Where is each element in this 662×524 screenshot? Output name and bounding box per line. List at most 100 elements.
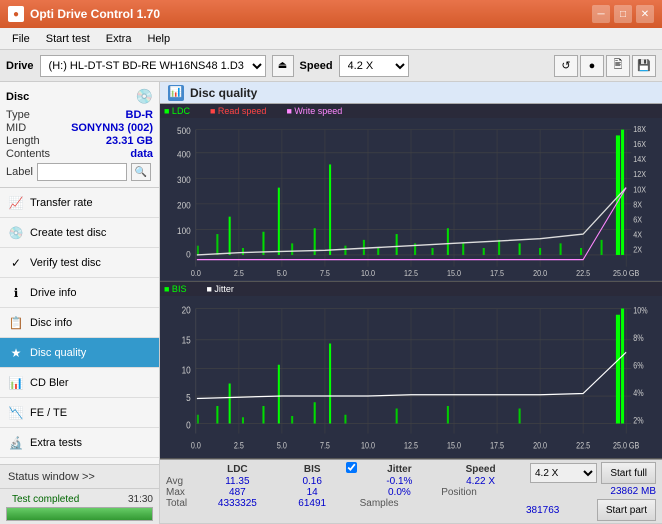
sidebar-item-verify-test-disc[interactable]: ✓ Verify test disc bbox=[0, 248, 159, 278]
menubar: File Start test Extra Help bbox=[0, 28, 662, 50]
svg-text:0.0: 0.0 bbox=[191, 268, 201, 278]
toolbar-btn-2[interactable]: ● bbox=[580, 55, 604, 77]
minimize-button[interactable]: ─ bbox=[592, 5, 610, 23]
drive-info-label: Drive info bbox=[30, 287, 76, 299]
status-window-button[interactable]: Status window >> bbox=[0, 465, 159, 489]
avg-bis: 0.16 bbox=[279, 476, 346, 487]
length-value: 23.31 GB bbox=[106, 135, 153, 147]
disc-label-input[interactable] bbox=[37, 163, 127, 181]
toolbar-btn-save[interactable]: 💾 bbox=[632, 55, 656, 77]
svg-text:16X: 16X bbox=[633, 140, 646, 150]
toolbar-btn-1[interactable]: ↺ bbox=[554, 55, 578, 77]
svg-text:100: 100 bbox=[177, 226, 191, 237]
disc-panel-icon: 💿 bbox=[136, 88, 153, 105]
speed-select[interactable]: 4.2 X8 X16 X bbox=[339, 55, 409, 77]
app-title: Opti Drive Control 1.70 bbox=[30, 7, 592, 21]
svg-text:2X: 2X bbox=[633, 245, 642, 255]
stats-controls: LDC BIS Jitter Speed Avg 11.35 0.16 -0.1 bbox=[160, 459, 662, 524]
mid-label: MID bbox=[6, 122, 26, 134]
disc-label-key: Label bbox=[6, 166, 33, 178]
sidebar-item-cd-bler[interactable]: 📊 CD Bler bbox=[0, 368, 159, 398]
type-label: Type bbox=[6, 109, 30, 121]
eject-button[interactable]: ⏏ bbox=[272, 55, 294, 77]
svg-text:8%: 8% bbox=[633, 333, 643, 343]
start-part-button[interactable]: Start part bbox=[597, 499, 656, 521]
svg-text:7.5: 7.5 bbox=[320, 440, 330, 450]
sidebar-item-create-test-disc[interactable]: 💿 Create test disc bbox=[0, 218, 159, 248]
svg-text:15.0: 15.0 bbox=[447, 440, 461, 450]
menu-extra[interactable]: Extra bbox=[98, 31, 140, 47]
disc-label-button[interactable]: 🔍 bbox=[131, 163, 151, 181]
toolbar-btn-3[interactable]: 🖹 bbox=[606, 55, 630, 77]
sidebar-item-transfer-rate[interactable]: 📈 Transfer rate bbox=[0, 188, 159, 218]
svg-text:400: 400 bbox=[177, 149, 191, 160]
drive-select[interactable]: (H:) HL-DT-ST BD-RE WH16NS48 1.D3 bbox=[40, 55, 266, 77]
create-test-disc-label: Create test disc bbox=[30, 227, 106, 239]
svg-text:25.0 GB: 25.0 GB bbox=[613, 440, 639, 450]
svg-text:0: 0 bbox=[186, 249, 191, 260]
svg-text:200: 200 bbox=[177, 200, 191, 211]
fe-te-icon: 📉 bbox=[8, 405, 24, 421]
svg-text:6%: 6% bbox=[633, 360, 643, 370]
jitter-checkbox[interactable] bbox=[346, 462, 357, 473]
svg-text:15: 15 bbox=[182, 334, 191, 345]
sidebar-item-disc-quality[interactable]: ★ Disc quality bbox=[0, 338, 159, 368]
cd-bler-icon: 📊 bbox=[8, 375, 24, 391]
svg-text:12.5: 12.5 bbox=[404, 268, 418, 278]
extra-tests-icon: 🔬 bbox=[8, 435, 24, 451]
avg-jitter: -0.1% bbox=[360, 476, 440, 487]
lower-chart-legend: ■ BIS ■ Jitter bbox=[160, 282, 662, 296]
svg-text:2.5: 2.5 bbox=[234, 440, 244, 450]
ldc-col-header: LDC bbox=[196, 462, 279, 476]
upper-chart-legend: ■ LDC ■ Read speed ■ Write speed bbox=[160, 104, 662, 118]
menu-help[interactable]: Help bbox=[139, 31, 178, 47]
svg-text:5: 5 bbox=[186, 392, 191, 403]
avg-speed: 4.22 X bbox=[439, 476, 522, 487]
maximize-button[interactable]: □ bbox=[614, 5, 632, 23]
svg-text:17.5: 17.5 bbox=[490, 440, 504, 450]
status-text: Test completed bbox=[6, 493, 85, 506]
svg-text:14X: 14X bbox=[633, 155, 646, 165]
menu-file[interactable]: File bbox=[4, 31, 38, 47]
cd-bler-label: CD Bler bbox=[30, 377, 69, 389]
lower-chart-svg: 20 15 10 5 0 10% 8% 6% 4% 2% 0.0 2.5 5.0… bbox=[160, 296, 662, 459]
svg-text:8X: 8X bbox=[633, 200, 642, 210]
speed-select-bottom[interactable]: 4.2 X8 X16 X bbox=[530, 463, 597, 483]
svg-text:4%: 4% bbox=[633, 388, 643, 398]
window-controls: ─ □ ✕ bbox=[592, 5, 654, 23]
jitter-col-header: Jitter bbox=[360, 462, 440, 476]
position-label: Position bbox=[439, 487, 522, 498]
upper-chart-svg: 500 400 300 200 100 0 18X 16X 14X 12X 10… bbox=[160, 118, 662, 281]
start-full-button[interactable]: Start full bbox=[601, 462, 656, 484]
svg-text:22.5: 22.5 bbox=[576, 268, 590, 278]
sidebar-item-fe-te[interactable]: 📉 FE / TE bbox=[0, 398, 159, 428]
chart-titlebar: 📊 Disc quality bbox=[160, 82, 662, 104]
svg-text:300: 300 bbox=[177, 175, 191, 186]
svg-text:6X: 6X bbox=[633, 215, 642, 225]
svg-text:18X: 18X bbox=[633, 125, 646, 135]
transfer-rate-label: Transfer rate bbox=[30, 197, 93, 209]
avg-ldc: 11.35 bbox=[196, 476, 279, 487]
length-label: Length bbox=[6, 135, 40, 147]
disc-info-icon: 📋 bbox=[8, 315, 24, 331]
max-row-label: Max bbox=[166, 487, 196, 498]
total-row-label: Total bbox=[166, 498, 196, 509]
total-ldc: 4333325 bbox=[196, 498, 279, 509]
svg-text:0: 0 bbox=[186, 419, 191, 430]
svg-text:20.0: 20.0 bbox=[533, 268, 547, 278]
content-area: 📊 Disc quality ■ LDC ■ Read speed ■ Writ… bbox=[160, 82, 662, 524]
chart-main-title: Disc quality bbox=[190, 86, 257, 100]
menu-start-test[interactable]: Start test bbox=[38, 31, 98, 47]
sidebar-item-drive-info[interactable]: ℹ Drive info bbox=[0, 278, 159, 308]
svg-text:500: 500 bbox=[177, 126, 191, 137]
sidebar-item-disc-info[interactable]: 📋 Disc info bbox=[0, 308, 159, 338]
svg-text:2.5: 2.5 bbox=[234, 268, 244, 278]
sidebar-item-extra-tests[interactable]: 🔬 Extra tests bbox=[0, 428, 159, 458]
svg-text:4X: 4X bbox=[633, 230, 642, 240]
close-button[interactable]: ✕ bbox=[636, 5, 654, 23]
svg-text:7.5: 7.5 bbox=[320, 268, 330, 278]
drive-info-icon: ℹ bbox=[8, 285, 24, 301]
svg-text:25.0 GB: 25.0 GB bbox=[613, 268, 639, 278]
avg-row-label: Avg bbox=[166, 476, 196, 487]
svg-text:10X: 10X bbox=[633, 185, 646, 195]
